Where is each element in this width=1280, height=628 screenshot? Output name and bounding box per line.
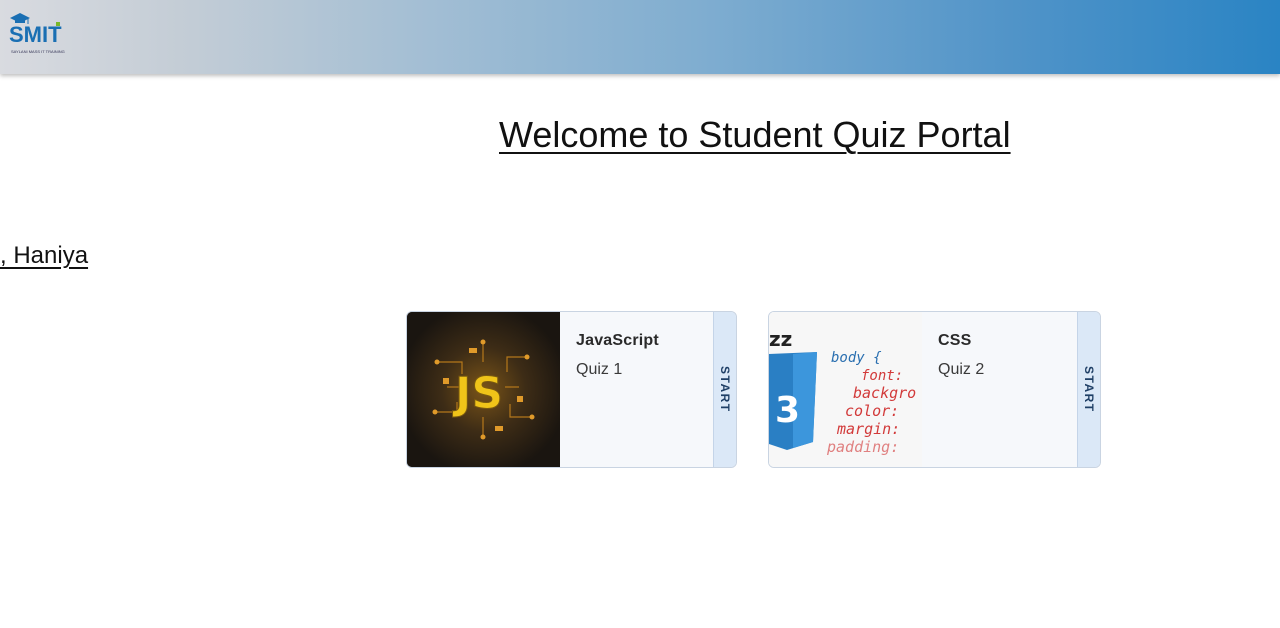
code-line: color:: [845, 402, 899, 420]
javascript-quiz-image: JS: [407, 312, 560, 467]
svg-text:zz: zz: [769, 327, 792, 351]
start-quiz-button[interactable]: START: [1077, 312, 1100, 467]
quiz-title: CSS: [938, 332, 972, 349]
code-line: margin:: [836, 420, 900, 438]
start-quiz-button[interactable]: START: [713, 312, 736, 467]
quiz-card-body: CSS Quiz 2: [922, 312, 1077, 467]
start-label: START: [718, 366, 732, 413]
quiz-card-javascript[interactable]: JS JavaScript Quiz 1 START: [406, 311, 737, 468]
user-greeting[interactable]: , Haniya: [0, 242, 88, 270]
svg-text:3: 3: [775, 390, 800, 431]
quiz-subtitle: Quiz 2: [938, 361, 985, 378]
code-line: font:: [861, 368, 903, 384]
svg-text:JS: JS: [452, 368, 503, 419]
smit-logo[interactable]: SMIT SAYLANI MASS IT TRAINING: [6, 12, 80, 56]
quiz-card-body: JavaScript Quiz 1: [560, 312, 713, 467]
start-label: START: [1082, 366, 1096, 413]
code-line: body {: [831, 350, 882, 366]
logo-tagline: SAYLANI MASS IT TRAINING: [11, 49, 65, 54]
quiz-subtitle: Quiz 1: [576, 361, 623, 378]
page-title: Welcome to Student Quiz Portal: [499, 114, 1011, 155]
top-header: SMIT SAYLANI MASS IT TRAINING: [0, 0, 1280, 74]
quiz-card-css[interactable]: zz 3 body { font: backgro color: margin:…: [768, 311, 1101, 468]
quiz-title: JavaScript: [576, 332, 659, 349]
code-line: padding:: [826, 438, 899, 456]
logo-text: SMIT: [9, 22, 62, 47]
code-line: backgro: [853, 384, 916, 402]
css-quiz-image: zz 3 body { font: backgro color: margin:…: [769, 312, 922, 467]
